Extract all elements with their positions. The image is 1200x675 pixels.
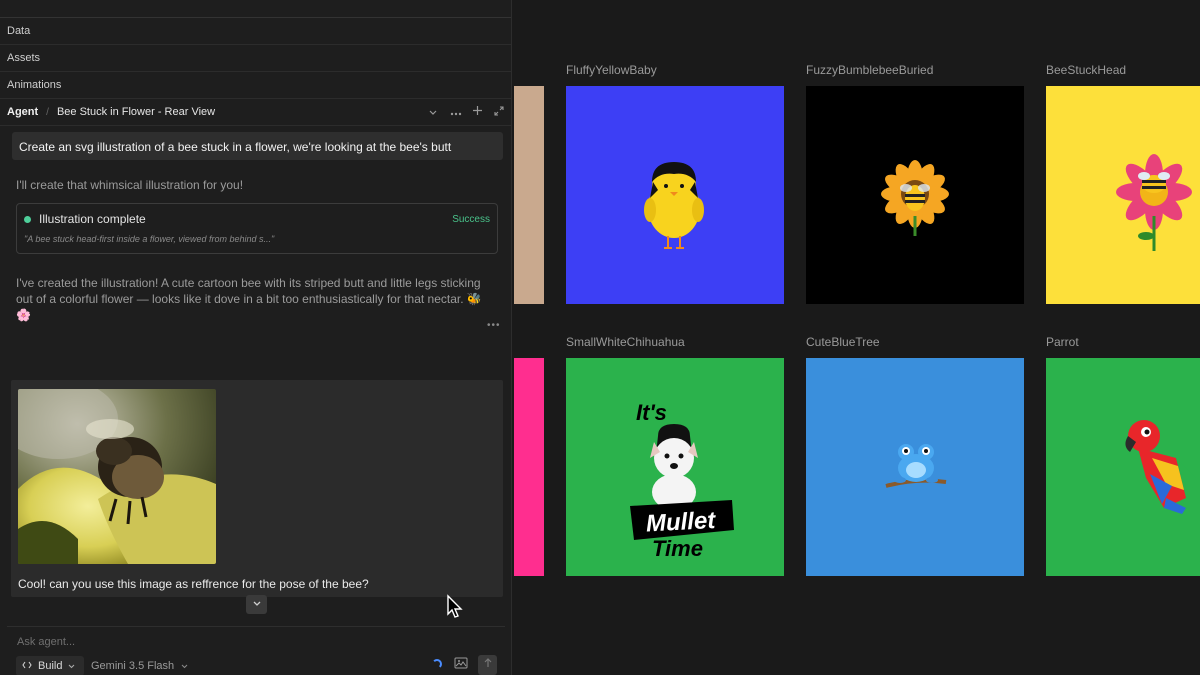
model-select[interactable]: Gemini 3.5 Flash xyxy=(91,660,188,672)
assistant-message: I'll create that whimsical illustration … xyxy=(16,178,244,192)
send-button[interactable] xyxy=(478,655,497,675)
mouse-cursor-icon xyxy=(447,594,463,618)
tile-label: CuteBlueTree xyxy=(806,335,880,349)
more-icon[interactable] xyxy=(450,105,462,119)
agent-header: Agent / Bee Stuck in Flower - Rear View xyxy=(0,99,511,126)
section-label: Data xyxy=(7,25,31,37)
poster-text: Time xyxy=(652,536,703,561)
agent-tab[interactable]: Agent xyxy=(7,106,38,118)
chat-thread: Create an svg illustration of a bee stuc… xyxy=(0,127,512,614)
arrow-up-icon xyxy=(484,658,491,667)
image-icon xyxy=(454,657,468,669)
status-badge: Success xyxy=(452,213,490,225)
frog-illustration xyxy=(885,444,947,488)
message-more-button[interactable]: ••• xyxy=(487,320,501,331)
tile-label: SmallWhiteChihuahua xyxy=(566,335,685,349)
chevron-down-icon xyxy=(68,660,75,672)
gallery-tile-partial[interactable] xyxy=(514,86,544,304)
gallery-tile-fuzzy-bumblebee-buried[interactable] xyxy=(806,86,1024,304)
gallery-tile-fluffy-yellow-baby[interactable] xyxy=(566,86,784,304)
bee-flower-illustration xyxy=(1116,154,1192,251)
header-tools xyxy=(428,105,504,119)
parrot-illustration xyxy=(1125,420,1196,514)
poster-text: Mullet xyxy=(645,507,717,538)
conversation-title[interactable]: Bee Stuck in Flower - Rear View xyxy=(57,106,215,118)
gallery-tile-bee-stuck-head[interactable] xyxy=(1046,86,1200,304)
section-assets[interactable]: Assets xyxy=(0,45,511,72)
gallery-tile-partial[interactable] xyxy=(514,358,544,576)
tool-quote: "A bee stuck head-first inside a flower,… xyxy=(24,234,275,244)
tile-label: FuzzyBumblebeeBuried xyxy=(806,63,934,77)
gallery-tile-parrot[interactable] xyxy=(1046,358,1200,576)
user-message: Create an svg illustration of a bee stuc… xyxy=(12,132,503,160)
tile-label: FluffyYellowBaby xyxy=(566,63,657,77)
section-data[interactable]: Data xyxy=(0,18,511,45)
assistant-message: I've created the illustration! A cute ca… xyxy=(16,276,482,322)
dog-mullet-illustration: It's Mullet Time xyxy=(630,400,734,561)
agent-input[interactable]: Ask agent... xyxy=(17,636,75,648)
plus-icon[interactable] xyxy=(472,105,482,119)
poster-text: It's xyxy=(636,400,667,425)
user-message: Cool! can you use this image as reffrenc… xyxy=(18,577,369,591)
status-dot-icon xyxy=(24,215,31,223)
chevron-down-icon xyxy=(181,664,188,669)
expand-icon[interactable] xyxy=(494,105,504,119)
tile-label: Parrot xyxy=(1046,335,1079,349)
mode-label: Build xyxy=(38,660,63,672)
model-label: Gemini 3.5 Flash xyxy=(91,660,175,672)
mode-select[interactable]: Build xyxy=(16,656,84,675)
gallery-tile-cute-blue-tree[interactable] xyxy=(806,358,1024,576)
code-icon xyxy=(22,660,32,672)
section-animations[interactable]: Animations xyxy=(0,72,511,99)
user-message-with-image: Cool! can you use this image as reffrenc… xyxy=(11,380,503,597)
agent-panel: Data Assets Animations Agent / Bee Stuck… xyxy=(0,0,512,675)
gallery-tile-small-white-chihuahua[interactable]: It's Mullet Time xyxy=(566,358,784,576)
composer: Ask agent... Build Gemini 3.5 Flash xyxy=(7,626,505,675)
tool-title: Illustration complete xyxy=(39,212,146,226)
attach-image-button[interactable] xyxy=(454,657,468,672)
reference-photo[interactable] xyxy=(18,389,216,564)
section-label: Assets xyxy=(7,52,41,64)
tile-label: BeeStuckHead xyxy=(1046,63,1127,77)
top-strip xyxy=(0,0,511,18)
section-label: Animations xyxy=(7,79,62,91)
breadcrumb-separator: / xyxy=(46,106,49,118)
chick-illustration xyxy=(644,162,704,249)
tool-result-card[interactable]: Illustration complete Success "A bee stu… xyxy=(16,203,498,254)
scroll-down-button[interactable] xyxy=(246,595,267,614)
loading-spinner-icon xyxy=(432,659,442,669)
bee-flower-illustration xyxy=(881,160,949,236)
chevron-down-icon[interactable] xyxy=(428,105,438,119)
